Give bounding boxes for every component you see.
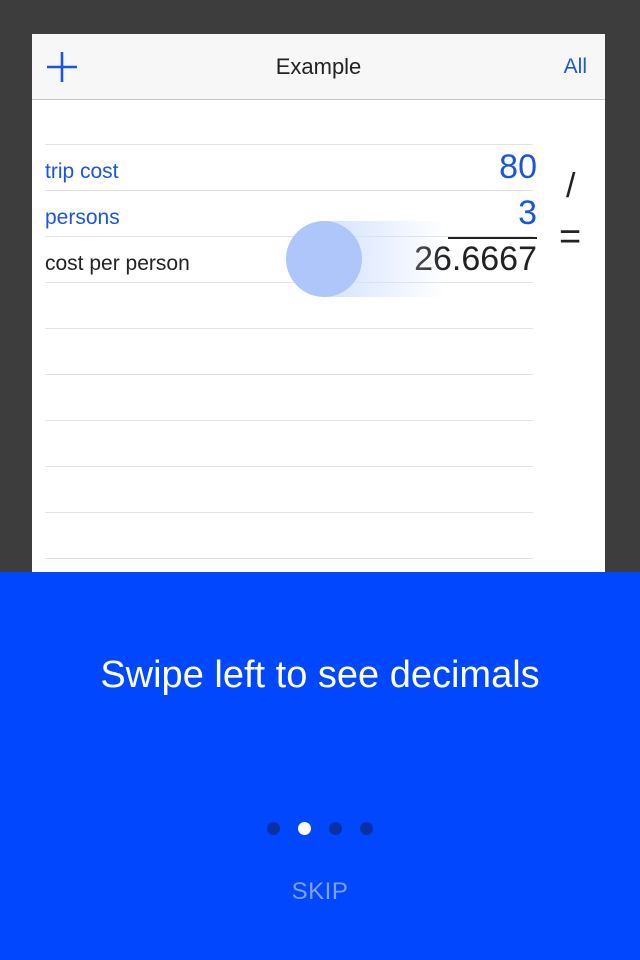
row-divider <box>45 512 533 513</box>
row-value-trip-cost[interactable]: 80 <box>499 148 537 187</box>
page-dot-1[interactable] <box>267 822 280 836</box>
row-value-persons[interactable]: 3 <box>518 194 537 233</box>
skip-button[interactable]: SKIP <box>0 878 640 906</box>
tutorial-overlay: Swipe left to see decimals SKIP <box>0 572 640 960</box>
tutorial-message: Swipe left to see decimals <box>100 654 540 696</box>
equals-operator[interactable]: = <box>559 216 581 259</box>
page-title: Example <box>275 54 362 79</box>
row-label-persons[interactable]: persons <box>45 206 120 230</box>
navigation-bar: Example All <box>32 34 605 100</box>
page-dot-4[interactable] <box>360 822 373 836</box>
calculator-sheet: Example All trip cost 80 persons 3 cost … <box>32 34 605 574</box>
page-dot-3[interactable] <box>329 822 342 836</box>
row-label-cost-per-person[interactable]: cost per person <box>45 252 190 276</box>
row-divider <box>45 420 533 421</box>
page-indicator[interactable] <box>0 820 640 836</box>
row-divider <box>45 190 533 191</box>
row-divider <box>45 466 533 467</box>
row-divider <box>45 558 533 559</box>
fraction-bar <box>448 237 537 239</box>
divide-operator[interactable]: / <box>566 167 575 206</box>
row-divider <box>45 328 533 329</box>
row-label-trip-cost[interactable]: trip cost <box>45 160 119 184</box>
row-divider <box>45 144 533 145</box>
touch-indicator-icon <box>286 221 362 297</box>
page-dot-2[interactable] <box>298 822 311 836</box>
row-divider <box>45 374 533 375</box>
all-button[interactable]: All <box>564 34 587 100</box>
swipe-gesture-hint <box>286 221 446 297</box>
